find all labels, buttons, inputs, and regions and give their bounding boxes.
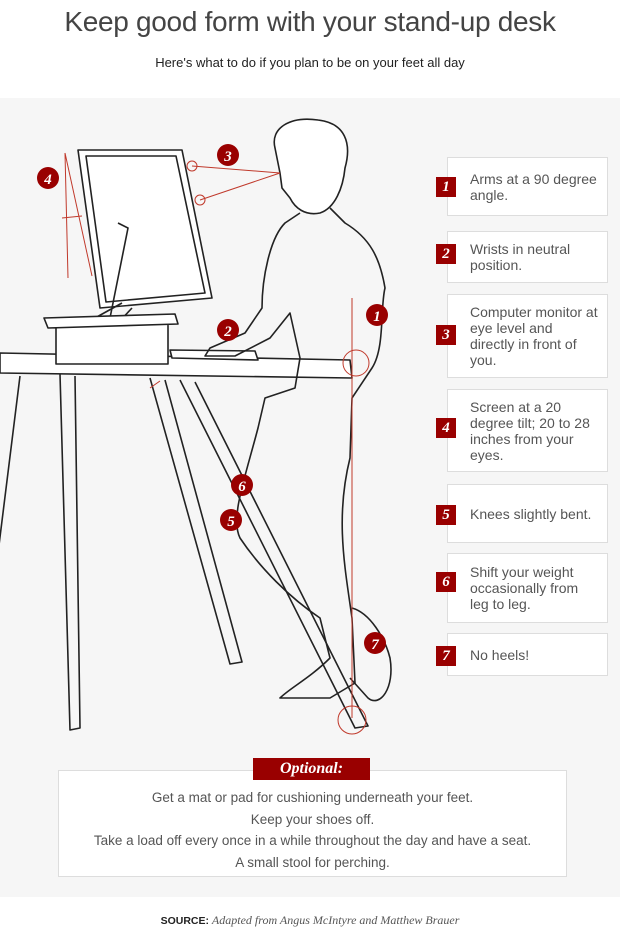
standing-desk-illustration: 4 3 2 1 6 5 7: [0, 118, 392, 735]
tip-box-5: Knees slightly bent.: [447, 484, 608, 543]
svg-text:1: 1: [373, 309, 381, 325]
marker-5: 5: [220, 509, 242, 531]
tip-number-badge: 7: [436, 646, 456, 666]
tip-text: Arms at a 90 degree angle.: [470, 170, 597, 203]
source-label: SOURCE:: [160, 915, 209, 927]
optional-label: Optional:: [253, 758, 370, 780]
tip-text: Knees slightly bent.: [470, 505, 592, 522]
marker-1: 1: [366, 304, 388, 326]
person-leg-back: [349, 607, 392, 702]
optional-item: Get a mat or pad for cushioning undernea…: [151, 790, 474, 805]
desk-legs: [0, 373, 369, 731]
marker-7: 7: [364, 632, 386, 654]
person-head: [273, 118, 349, 215]
tip-text: No heels!: [470, 646, 530, 663]
svg-text:6: 6: [238, 479, 246, 495]
svg-text:5: 5: [227, 514, 235, 530]
marker-3: 3: [217, 144, 239, 166]
tip-text: Wrists in neutral position.: [470, 241, 571, 273]
tip-number-badge: 2: [436, 244, 456, 264]
tip-text: Shift your weight occasionally from leg …: [470, 564, 579, 612]
marker-2: 2: [217, 319, 239, 341]
tip-box-7: No heels!: [447, 633, 608, 676]
tip-text: Computer monitor at eye level and direct…: [470, 304, 598, 368]
svg-text:4: 4: [43, 172, 52, 188]
optional-item: A small stool for perching.: [235, 854, 390, 870]
tip-text: Screen at a 20 degree tilt; 20 to 28 inc…: [470, 398, 590, 463]
monitor-riser: [43, 313, 179, 365]
marker-4: 4: [37, 167, 59, 189]
page-subtitle: Here's what to do if you plan to be on y…: [155, 55, 465, 70]
tip-number-badge: 6: [436, 572, 456, 592]
page-title: Keep good form with your stand-up desk: [64, 6, 556, 37]
optional-box: Get a mat or pad for cushioning undernea…: [58, 770, 567, 877]
optional-item: Keep your shoes off.: [250, 811, 375, 827]
tip-number-badge: 5: [436, 505, 456, 525]
svg-text:2: 2: [223, 324, 232, 340]
tip-box-4: Screen at a 20 degree tilt; 20 to 28 inc…: [447, 389, 608, 472]
tip-box-1: Arms at a 90 degree angle.: [447, 157, 608, 216]
svg-text:7: 7: [371, 637, 379, 653]
eye-level-lines: [191, 165, 281, 201]
optional-item: Take a load off every once in a while th…: [93, 833, 532, 848]
marker-6: 6: [231, 474, 253, 496]
tip-box-3: Computer monitor at eye level and direct…: [447, 294, 608, 378]
tip-number-badge: 3: [436, 325, 456, 345]
source-credit: SOURCE: Adapted from Angus McIntyre and …: [0, 913, 620, 928]
tip-box-2: Wrists in neutral position.: [447, 231, 608, 283]
svg-text:3: 3: [223, 149, 232, 165]
source-text: Adapted from Angus McIntyre and Matthew …: [211, 913, 460, 927]
tip-number-badge: 4: [436, 418, 456, 438]
tip-number-badge: 1: [436, 177, 456, 197]
tip-box-6: Shift your weight occasionally from leg …: [447, 553, 608, 623]
